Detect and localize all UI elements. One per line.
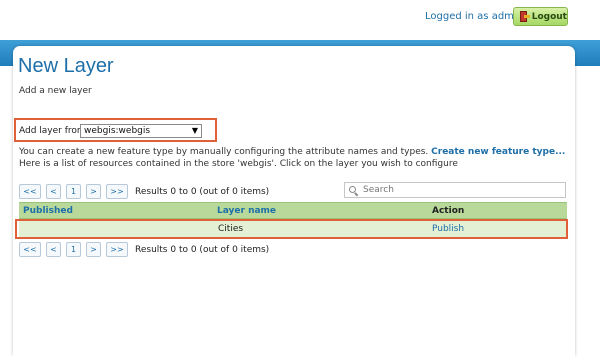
first-page-button[interactable]: << <box>19 184 41 199</box>
column-header-published[interactable]: Published <box>23 206 73 216</box>
prev-page-button[interactable]: < <box>46 242 61 257</box>
results-count: Results 0 to 0 (out of 0 items) <box>135 244 270 255</box>
description-line-2: Here is a list of resources contained in… <box>19 159 458 169</box>
pager-top: << < 1 > >> Results 0 to 0 (out of 0 ite… <box>19 184 269 199</box>
page-title: New Layer <box>18 55 114 77</box>
logout-icon <box>519 11 530 22</box>
search-input[interactable] <box>363 185 553 195</box>
store-select-value: webgis:webgis <box>84 126 151 136</box>
row-highlight <box>15 219 568 239</box>
logout-button[interactable]: Logout <box>513 7 568 26</box>
pager-bottom: << < 1 > >> Results 0 to 0 (out of 0 ite… <box>19 242 269 257</box>
add-layer-label: Add layer from <box>19 126 86 136</box>
search-icon <box>349 185 359 196</box>
next-page-button[interactable]: > <box>86 184 101 199</box>
first-page-button[interactable]: << <box>19 242 41 257</box>
logged-in-text: Logged in as admin. <box>425 11 527 22</box>
table-header: Published Layer name Action <box>19 202 567 219</box>
create-feature-type-link[interactable]: Create new feature type... <box>431 147 565 157</box>
description-line-1: You can create a new feature type by man… <box>19 147 565 157</box>
column-header-layer-name[interactable]: Layer name <box>217 206 276 216</box>
page-number-button[interactable]: 1 <box>66 242 81 257</box>
content-panel <box>13 46 575 356</box>
page-subtitle: Add a new layer <box>19 86 92 96</box>
last-page-button[interactable]: >> <box>106 242 128 257</box>
dropdown-arrow-icon: ▼ <box>191 126 198 135</box>
store-select[interactable]: webgis:webgis ▼ <box>80 124 202 138</box>
page-number-button[interactable]: 1 <box>66 184 81 199</box>
description-text: You can create a new feature type by man… <box>19 147 429 157</box>
results-count: Results 0 to 0 (out of 0 items) <box>135 186 270 197</box>
next-page-button[interactable]: > <box>86 242 101 257</box>
column-header-action: Action <box>432 206 465 216</box>
last-page-button[interactable]: >> <box>106 184 128 199</box>
logout-label: Logout <box>531 11 567 22</box>
search-box[interactable] <box>344 182 566 198</box>
prev-page-button[interactable]: < <box>46 184 61 199</box>
